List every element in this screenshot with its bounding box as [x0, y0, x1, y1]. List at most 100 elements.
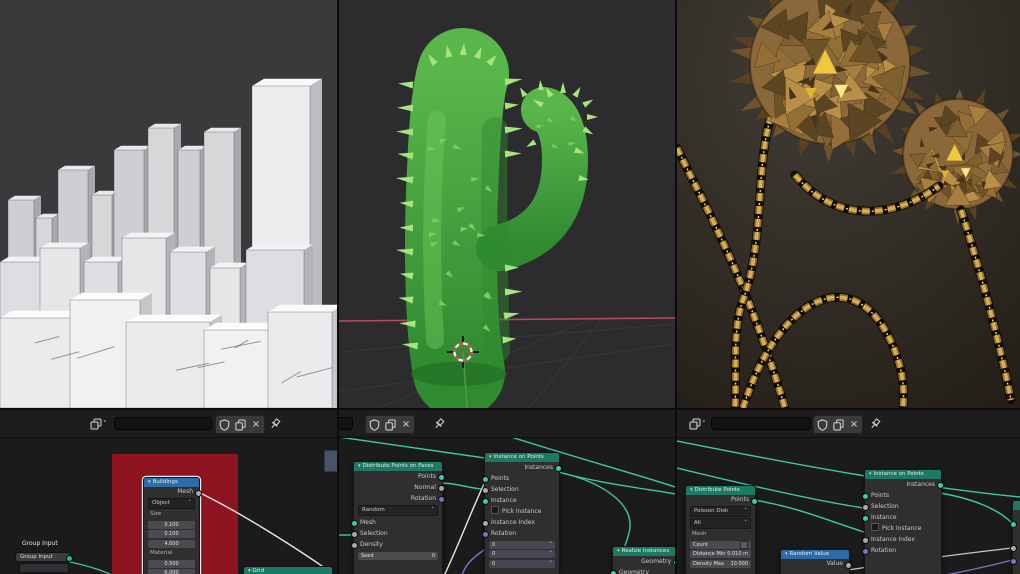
browse-node-tree-button[interactable]: ˅: [90, 417, 112, 431]
node-graph[interactable]: ▾ Distribute Points Points Poisson Disk ˅ …: [677, 437, 1020, 574]
output-label: Value: [826, 560, 843, 567]
distribute-points-node[interactable]: ▾ Distribute Points Points Poisson Disk ˅ …: [685, 485, 758, 574]
tree-name-field[interactable]: [114, 417, 212, 430]
toggle-button[interactable]: [740, 540, 748, 549]
node-editor-cactus[interactable]: × ▾ Distribute Points on Faces Points No…: [339, 410, 675, 574]
value-slider[interactable]: Density Max 10.000: [690, 559, 751, 568]
input-socket[interactable]: [862, 537, 869, 544]
pin-icon: [871, 417, 881, 428]
input-socket[interactable]: [862, 548, 869, 555]
editor-divider[interactable]: [337, 0, 339, 574]
node-title: Distribute Points on Faces: [362, 463, 434, 469]
tree-name-field[interactable]: [711, 417, 811, 430]
value-slider[interactable]: Count: [690, 540, 751, 549]
output-socket[interactable]: [195, 490, 202, 497]
value-slider[interactable]: 6.000: [148, 569, 195, 574]
realize-instances-node[interactable]: ▾ Realize Instances Geometry Geometry: [610, 546, 675, 574]
unlink-button[interactable]: ×: [248, 417, 264, 432]
group-input-body[interactable]: [19, 563, 69, 573]
duplicate-button[interactable]: [830, 417, 846, 432]
value-slider[interactable]: 0.500: [148, 559, 195, 568]
pin-button[interactable]: [867, 416, 883, 431]
output-socket[interactable]: [438, 474, 445, 481]
output-socket[interactable]: [66, 555, 73, 562]
input-socket[interactable]: [351, 531, 358, 538]
output-socket[interactable]: [438, 485, 445, 492]
vector-field[interactable]: 0 ˅: [489, 559, 555, 568]
duplicate-button[interactable]: [232, 417, 248, 432]
browse-node-tree-button[interactable]: ˅: [689, 417, 711, 431]
input-socket[interactable]: [610, 570, 617, 574]
value-slider[interactable]: 0.100: [148, 530, 195, 538]
input-socket[interactable]: [1010, 558, 1017, 565]
editor-header: ˅ ×: [0, 410, 337, 438]
distribute-points-node[interactable]: ▾ Distribute Points on Faces Points Norma…: [351, 461, 445, 574]
fake-user-button[interactable]: [366, 417, 382, 432]
chevron-down-icon: ˅: [549, 560, 553, 567]
viewport-gold[interactable]: [677, 0, 1020, 408]
clipped-node[interactable]: [1010, 500, 1020, 574]
output-label: Points: [730, 496, 749, 503]
node-title: Instance on Points: [493, 454, 544, 460]
seed-slider[interactable]: Seed 0: [358, 551, 438, 560]
fake-user-button[interactable]: [216, 417, 232, 432]
city-render: [0, 0, 337, 408]
output-socket[interactable]: [845, 562, 852, 569]
node-title: Instance on Points: [873, 471, 924, 477]
shield-icon: [369, 418, 379, 431]
input-socket[interactable]: [351, 542, 358, 549]
viewport-city[interactable]: [0, 0, 337, 408]
object-dropdown[interactable]: Object ˅: [148, 498, 195, 509]
input-label: Rotation: [491, 530, 517, 537]
buildings-node[interactable]: ▾ Buildings Mesh Object ˅ Size 0.100 0.100…: [143, 477, 202, 574]
output-socket[interactable]: [751, 498, 758, 505]
input-socket[interactable]: [1010, 545, 1017, 552]
mode-dropdown[interactable]: All ˅: [690, 518, 751, 529]
input-socket[interactable]: [862, 504, 869, 511]
mode-dropdown[interactable]: Poisson Disk ˅: [690, 506, 751, 517]
vector-field[interactable]: 0 ˅: [489, 550, 555, 558]
input-socket[interactable]: [1010, 521, 1017, 528]
duplicate-button[interactable]: [382, 417, 398, 432]
mode-dropdown[interactable]: Random ˅: [358, 505, 438, 516]
input-label: Instance Index: [491, 519, 535, 526]
viewport-cactus[interactable]: [339, 0, 675, 408]
vector-field[interactable]: 0 ˅: [489, 540, 555, 549]
datablock-icon: [90, 418, 102, 430]
output-socket[interactable]: [555, 465, 562, 472]
node-editor-gold[interactable]: ˅ × ▾ Distribute Points Points Poisson D…: [677, 410, 1020, 574]
checkbox[interactable]: [871, 523, 879, 531]
input-socket[interactable]: [862, 493, 869, 500]
group-input-node[interactable]: Group Input: [15, 552, 73, 562]
tree-name-field[interactable]: [339, 417, 353, 430]
value-slider[interactable]: 4.000: [148, 539, 195, 548]
unlink-button[interactable]: ×: [846, 417, 862, 432]
input-socket[interactable]: [482, 520, 489, 527]
editor-divider[interactable]: [675, 0, 677, 574]
instance-on-points-node[interactable]: ▾ Instance on Points Instances Points Sel…: [862, 469, 944, 574]
input-socket[interactable]: [482, 498, 489, 505]
fake-user-button[interactable]: [814, 417, 830, 432]
input-socket[interactable]: [482, 476, 489, 483]
input-socket[interactable]: [862, 515, 869, 522]
collapse-icon: ▾: [489, 454, 492, 460]
random-value-node[interactable]: ▾ Random Value Value: [780, 549, 852, 574]
input-socket[interactable]: [351, 520, 358, 527]
input-socket[interactable]: [482, 531, 489, 538]
collapse-icon: ▾: [690, 487, 693, 493]
value-slider[interactable]: 0.100: [148, 520, 195, 529]
output-socket[interactable]: [438, 496, 445, 503]
viewport-editor-divider[interactable]: [0, 408, 1020, 410]
value-slider[interactable]: Distance Min 0.010 m: [690, 550, 751, 558]
output-socket[interactable]: [937, 482, 944, 489]
node-editor-city[interactable]: ˅ × ▾ Buildings Mesh Object ˅ Size 0.100…: [0, 410, 337, 574]
node-graph[interactable]: ▾ Distribute Points on Faces Points Norma…: [339, 437, 675, 574]
pin-button[interactable]: [431, 416, 447, 431]
node-graph[interactable]: ▾ Buildings Mesh Object ˅ Size 0.100 0.100…: [0, 437, 337, 574]
pin-button[interactable]: [267, 416, 283, 431]
unlink-button[interactable]: ×: [398, 417, 414, 432]
grid-node[interactable]: ▾Grid Mesh: [243, 566, 333, 574]
instance-on-points-node[interactable]: ▾ Instance on Points Instances Points Sel…: [482, 452, 562, 574]
input-socket[interactable]: [482, 487, 489, 494]
checkbox[interactable]: [491, 506, 499, 514]
